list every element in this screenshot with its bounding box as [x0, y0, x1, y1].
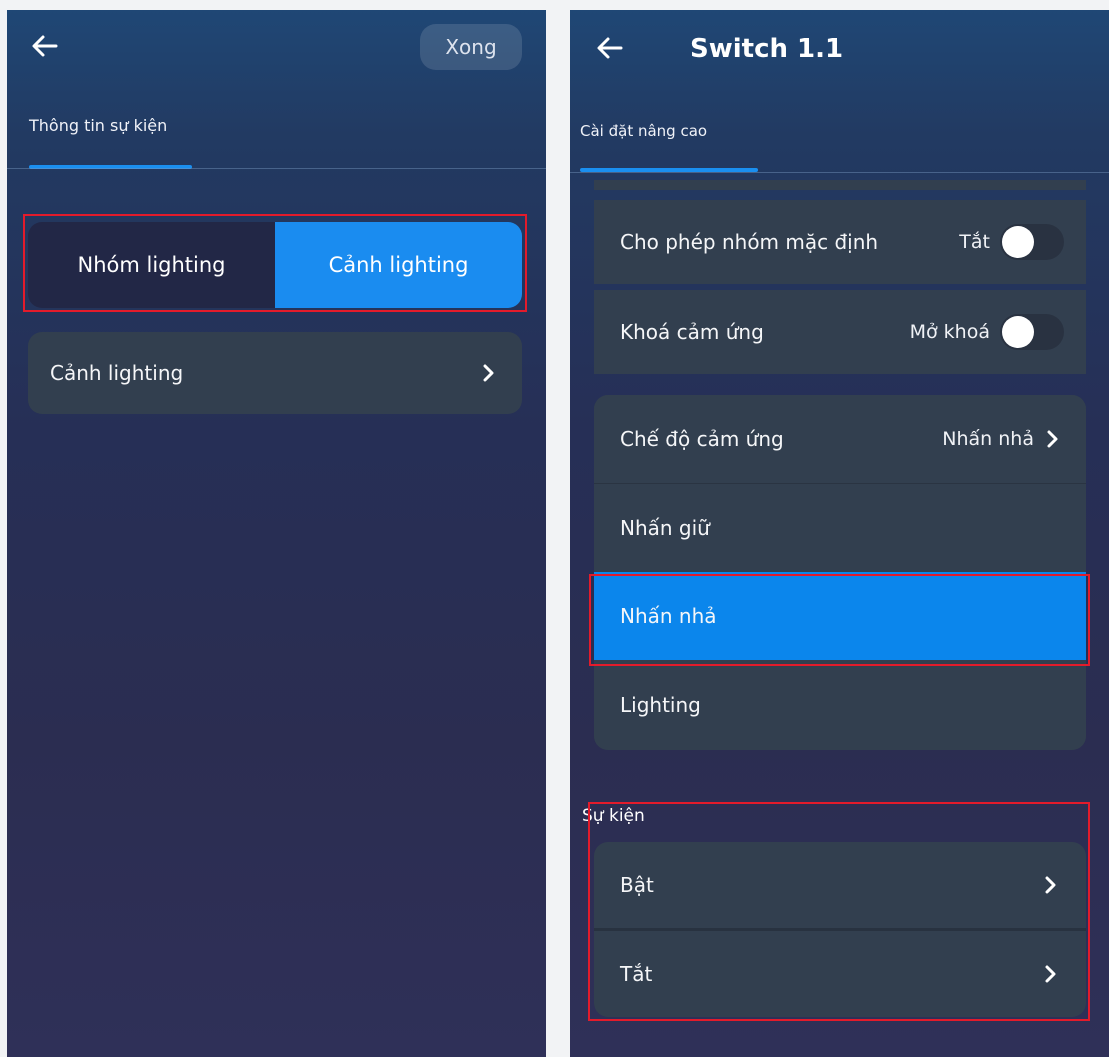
- default-group-row: Cho phép nhóm mặc định Tắt: [594, 200, 1086, 284]
- touch-mode-label: Chế độ cảm ứng: [620, 427, 784, 451]
- default-group-value: Tắt: [959, 231, 990, 253]
- touch-mode-row[interactable]: Chế độ cảm ứng Nhấn nhả: [594, 395, 1086, 483]
- touch-lock-row: Khoá cảm ứng Mở khoá: [594, 290, 1086, 374]
- event-on-label: Bật: [620, 873, 654, 897]
- touch-lock-label: Khoá cảm ứng: [620, 320, 764, 344]
- segment-lighting-group[interactable]: Nhóm lighting: [28, 222, 275, 308]
- option-lighting-label: Lighting: [620, 693, 701, 717]
- page-title: Switch 1.1: [690, 34, 844, 64]
- lighting-scene-row-label: Cảnh lighting: [50, 361, 184, 385]
- tab-advanced-settings[interactable]: Cài đặt nâng cao: [580, 122, 707, 140]
- event-on-row[interactable]: Bật: [594, 842, 1086, 928]
- events-section-label: Sự kiện: [582, 806, 645, 826]
- chevron-right-icon: [1040, 964, 1060, 984]
- event-off-row[interactable]: Tắt: [594, 931, 1086, 1017]
- touch-mode-value: Nhấn nhả: [942, 428, 1034, 450]
- option-press-hold-label: Nhấn giữ: [620, 516, 710, 540]
- default-group-label: Cho phép nhóm mặc định: [620, 230, 879, 254]
- option-lighting[interactable]: Lighting: [594, 660, 1086, 750]
- tab-divider: [570, 172, 1109, 173]
- touch-lock-toggle[interactable]: [1000, 314, 1064, 350]
- tab-event-info[interactable]: Thông tin sự kiện: [29, 116, 167, 135]
- group-scene-segmented-control: Nhóm lighting Cảnh lighting: [28, 222, 522, 308]
- default-group-toggle[interactable]: [1000, 224, 1064, 260]
- list-scroll-edge: [594, 180, 1086, 190]
- switch-settings-screen: Switch 1.1 Cài đặt nâng cao Cho phép nhó…: [570, 10, 1109, 1057]
- event-off-label: Tắt: [620, 962, 653, 986]
- option-press-release-label: Nhấn nhả: [620, 604, 717, 628]
- done-button[interactable]: Xong: [420, 24, 522, 70]
- back-arrow-icon[interactable]: [594, 32, 626, 64]
- tab-divider: [7, 168, 546, 169]
- chevron-right-icon: [1042, 429, 1062, 449]
- option-press-release-selected[interactable]: Nhấn nhả: [594, 572, 1086, 660]
- touch-lock-value: Mở khoá: [909, 321, 990, 343]
- event-info-screen: Xong Thông tin sự kiện Nhóm lighting Cản…: [7, 10, 546, 1057]
- back-arrow-icon[interactable]: [29, 30, 61, 62]
- chevron-right-icon: [478, 363, 498, 383]
- option-press-hold[interactable]: Nhấn giữ: [594, 484, 1086, 572]
- touch-mode-card: Chế độ cảm ứng Nhấn nhả Nhấn giữ Nhấn nh…: [594, 395, 1086, 750]
- chevron-right-icon: [1040, 875, 1060, 895]
- lighting-scene-row[interactable]: Cảnh lighting: [28, 332, 522, 414]
- segment-lighting-scene[interactable]: Cảnh lighting: [275, 222, 522, 308]
